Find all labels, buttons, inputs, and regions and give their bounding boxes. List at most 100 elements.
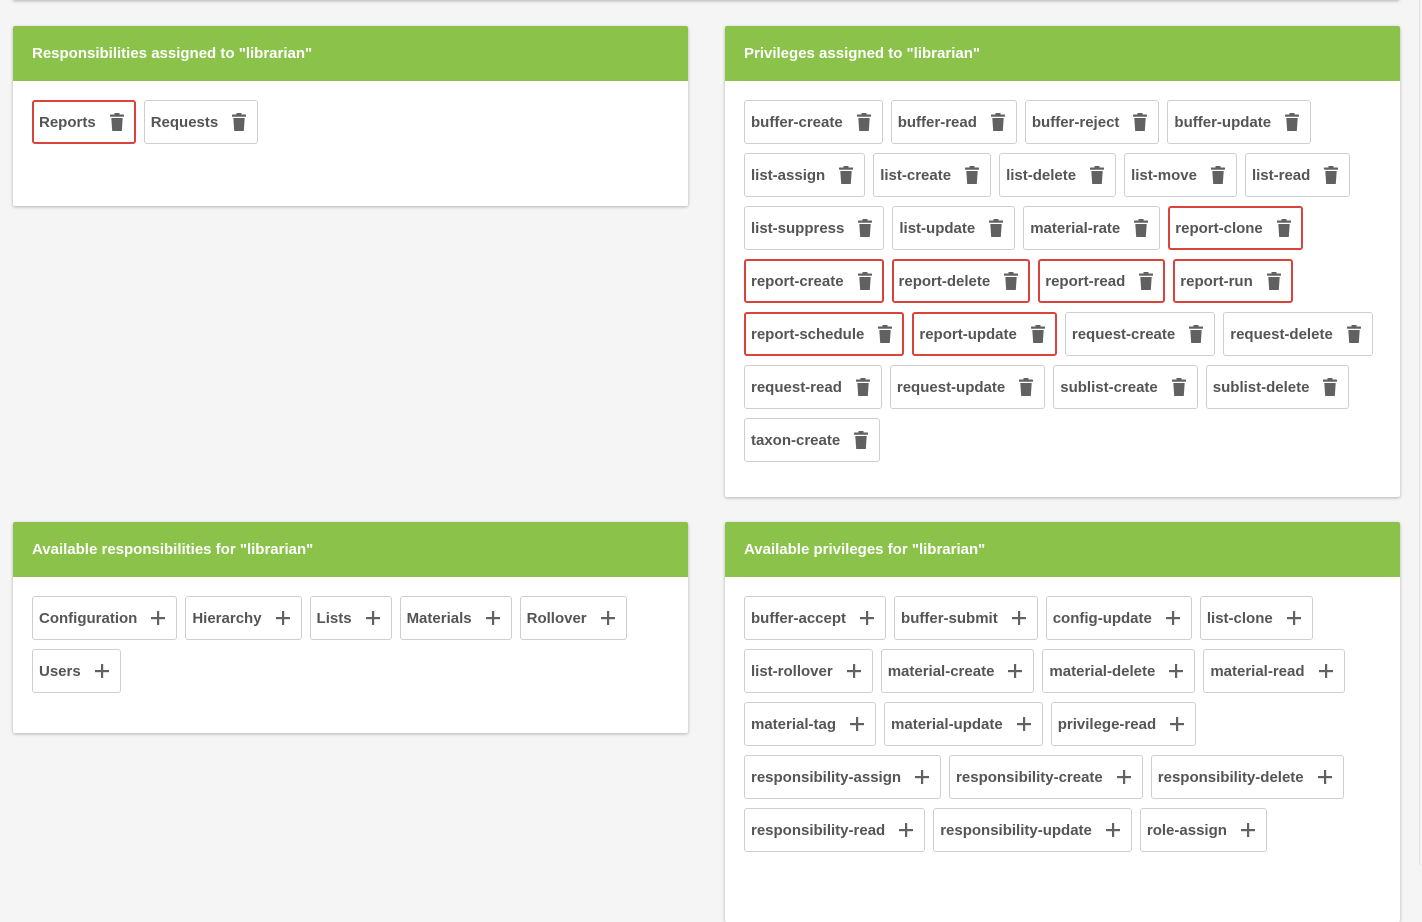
chip-users: Users [32,649,121,693]
chip-label: request-delete [1230,325,1333,343]
chip-buffer-update: buffer-update [1167,100,1312,144]
plus-icon[interactable] [860,611,875,625]
plus-icon[interactable] [846,664,861,678]
chip-list-read: list-read [1244,153,1351,197]
chip-material-update: material-update [884,702,1043,746]
chip-label: privilege-read [1057,715,1157,733]
chip-list-update: list-update [892,206,1016,250]
trash-icon[interactable] [1090,166,1105,184]
trash-icon[interactable] [1019,378,1034,396]
trash-icon[interactable] [857,272,872,290]
trash-icon[interactable] [1030,325,1045,343]
trash-icon[interactable] [878,325,893,343]
chip-label: report-schedule [751,325,865,343]
chip-label: list-delete [1006,166,1077,184]
chip-privilege-read: privilege-read [1050,702,1197,746]
chip-sublist-delete: sublist-delete [1205,365,1350,409]
chip-request-delete: request-delete [1223,312,1373,356]
trash-icon[interactable] [1266,272,1281,290]
scrollbar-track[interactable] [1419,0,1420,865]
trash-icon[interactable] [990,113,1005,131]
trash-icon[interactable] [856,113,871,131]
plus-icon[interactable] [1318,664,1333,678]
plus-icon[interactable] [151,611,166,625]
plus-icon[interactable] [1116,770,1131,784]
chip-label: list-clone [1206,609,1273,627]
chip-report-read: report-read [1038,259,1166,303]
trash-icon[interactable] [1134,219,1149,237]
trash-icon[interactable] [1133,113,1148,131]
chip-label: Materials [406,609,472,627]
plus-icon[interactable] [275,611,290,625]
plus-icon[interactable] [1105,823,1120,837]
chip-report-create: report-create [744,259,884,303]
chip-list-create: list-create [873,153,992,197]
chip-label: request-update [896,378,1006,396]
plus-icon[interactable] [1016,717,1031,731]
chip-list: buffer-create buffer-read buffer-reject buf… [725,81,1400,481]
chip-label: responsibility-update [940,821,1092,839]
chip-lists: Lists [309,596,392,640]
plus-icon[interactable] [1170,717,1185,731]
plus-icon[interactable] [1008,664,1023,678]
chip-label: responsibility-read [751,821,886,839]
plus-icon[interactable] [1286,611,1301,625]
trash-icon[interactable] [858,219,873,237]
card-title: Available responsibilities for "libraria… [13,522,688,577]
plus-icon[interactable] [1165,611,1180,625]
trash-icon[interactable] [1276,219,1291,237]
chip-material-rate: material-rate [1023,206,1161,250]
chip-label: buffer-submit [901,609,998,627]
chip-label: sublist-create [1060,378,1158,396]
plus-icon[interactable] [1169,664,1184,678]
chip-report-clone: report-clone [1168,206,1303,250]
chip-label: report-create [751,272,844,290]
trash-icon[interactable] [965,166,980,184]
chip-list-delete: list-delete [999,153,1117,197]
chip-label: sublist-delete [1212,378,1310,396]
trash-icon[interactable] [1346,325,1361,343]
trash-icon[interactable] [854,431,869,449]
plus-icon[interactable] [600,611,615,625]
trash-icon[interactable] [1171,378,1186,396]
chip-list: Configuration Hierarchy Lists Materials Roll… [13,577,688,712]
plus-icon[interactable] [1240,823,1255,837]
chip-label: Configuration [39,609,138,627]
trash-icon[interactable] [855,378,870,396]
trash-icon[interactable] [109,113,124,131]
chip-label: buffer-create [751,113,843,131]
plus-icon[interactable] [485,611,500,625]
plus-icon[interactable] [94,664,109,678]
chip-responsibility-update: responsibility-update [933,808,1132,852]
trash-icon[interactable] [989,219,1004,237]
chip-label: config-update [1052,609,1152,627]
plus-icon[interactable] [899,823,914,837]
chip-buffer-accept: buffer-accept [744,596,887,640]
chip-label: buffer-read [897,113,977,131]
assigned-responsibilities-card: Responsibilities assigned to "librarian"… [13,26,688,206]
trash-icon[interactable] [232,113,247,131]
chip-label: material-rate [1030,219,1121,237]
trash-icon[interactable] [1189,325,1204,343]
chip-configuration: Configuration [32,596,178,640]
chip-label: list-suppress [751,219,845,237]
trash-icon[interactable] [839,166,854,184]
plus-icon[interactable] [1317,770,1332,784]
plus-icon[interactable] [1011,611,1026,625]
chip-report-schedule: report-schedule [744,312,905,356]
chip-label: report-read [1045,272,1126,290]
plus-icon[interactable] [915,770,930,784]
plus-icon[interactable] [850,717,865,731]
chip-label: responsibility-delete [1157,768,1304,786]
trash-icon[interactable] [1285,113,1300,131]
chip-role-assign: role-assign [1139,808,1267,852]
trash-icon[interactable] [1324,166,1339,184]
trash-icon[interactable] [1323,378,1338,396]
chip-buffer-create: buffer-create [744,100,883,144]
trash-icon[interactable] [1004,272,1019,290]
trash-icon[interactable] [1210,166,1225,184]
trash-icon[interactable] [1139,272,1154,290]
plus-icon[interactable] [365,611,380,625]
chip-responsibility-assign: responsibility-assign [744,755,942,799]
chip-label: Lists [316,609,352,627]
